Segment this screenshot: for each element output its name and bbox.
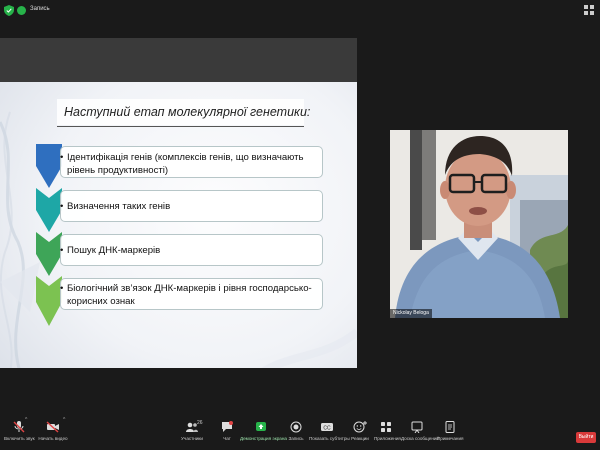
apps-label: Приложения	[374, 436, 401, 441]
list-item-line: Біологічний зв’язок ДНК-маркерів і рівня…	[67, 283, 312, 294]
participants-label: Участники	[181, 436, 203, 441]
chevron-arrow-icon	[36, 232, 62, 276]
slide-title: Наступний етап молекулярної генетики:	[64, 105, 311, 119]
notes-label: Примечания	[437, 436, 464, 441]
smiley-plus-icon	[353, 421, 367, 433]
list-item-line: Визначення таких генів	[67, 201, 171, 212]
captions-button[interactable]: CC Показать субтитры	[309, 421, 350, 441]
record-label: Запись	[288, 436, 304, 441]
view-grid-icon[interactable]	[584, 5, 594, 15]
participants-count: 26	[197, 420, 203, 426]
list-item: • Біологічний зв’язок ДНК-маркерів і рів…	[60, 283, 312, 307]
whiteboard-label: Доска сообщений	[401, 436, 439, 441]
participant-name: Nickolay Beloga	[390, 309, 432, 318]
recording-label: Запись	[30, 6, 50, 12]
chat-icon	[222, 421, 233, 432]
presentation-slide: Наступний етап молекулярної генетики: • …	[0, 82, 357, 368]
shared-screen: Наступний етап молекулярної генетики: • …	[0, 38, 357, 368]
top-bar: Запись	[0, 0, 600, 22]
chevron-up-icon[interactable]: ^	[25, 417, 27, 423]
apps-button[interactable]: Приложения	[374, 421, 401, 441]
share-screen-icon	[256, 422, 266, 431]
share-screen-button[interactable]: Демонстрация экрана	[240, 421, 287, 441]
meeting-toolbar: Включить звук ^ Начать видео ^ Участники…	[0, 415, 600, 450]
start-video-button[interactable]: Начать видео	[38, 421, 68, 441]
recording-indicator-icon	[17, 6, 26, 15]
reactions-label: Реакции	[351, 436, 369, 441]
chevron-arrow-icon	[36, 276, 62, 326]
share-screen-label: Демонстрация экрана	[240, 436, 287, 441]
list-item-line: Пошук ДНК-маркерів	[67, 245, 161, 256]
video-camera-off-icon	[46, 421, 59, 433]
participant-video-frame	[390, 130, 568, 318]
shield-icon[interactable]	[4, 5, 14, 16]
closed-captions-icon: CC	[321, 423, 333, 431]
record-icon	[290, 421, 302, 433]
participant-video[interactable]: Nickolay Beloga	[390, 130, 568, 318]
unmute-button[interactable]: Включить звук	[4, 421, 35, 441]
apps-grid-icon	[381, 422, 391, 432]
chevron-arrow-icon	[36, 188, 62, 232]
reactions-button[interactable]: Реакции	[349, 421, 371, 441]
list-item: • Визначення таких генів	[60, 201, 171, 212]
unmute-label: Включить звук	[4, 436, 35, 441]
captions-label: Показать субтитры	[309, 436, 350, 441]
notes-icon	[445, 421, 455, 433]
microphone-muted-icon	[13, 421, 25, 433]
list-item-line: Ідентифікація генів (комплексів генів, щ…	[67, 152, 304, 163]
whiteboard-icon	[411, 421, 423, 433]
svg-text:CC: CC	[323, 425, 331, 431]
chevron-arrow-icon	[36, 144, 62, 188]
list-item: • Ідентифікація генів (комплексів генів,…	[60, 152, 304, 176]
list-item-line: корисних ознак	[67, 296, 135, 307]
chat-button[interactable]: Чат	[218, 421, 236, 441]
list-item: • Пошук ДНК-маркерів	[60, 245, 161, 256]
record-button[interactable]: Запись	[286, 421, 306, 441]
list-item-line: рівень продуктивності)	[67, 165, 169, 176]
notes-button[interactable]: Примечания	[437, 421, 464, 441]
leave-meeting-button[interactable]: Выйти	[576, 432, 596, 443]
chevron-up-icon[interactable]: ^	[63, 417, 65, 423]
start-video-label: Начать видео	[38, 436, 68, 441]
whiteboard-button[interactable]: Доска сообщений	[401, 421, 439, 441]
chat-label: Чат	[223, 436, 231, 441]
title-underline	[57, 126, 304, 127]
